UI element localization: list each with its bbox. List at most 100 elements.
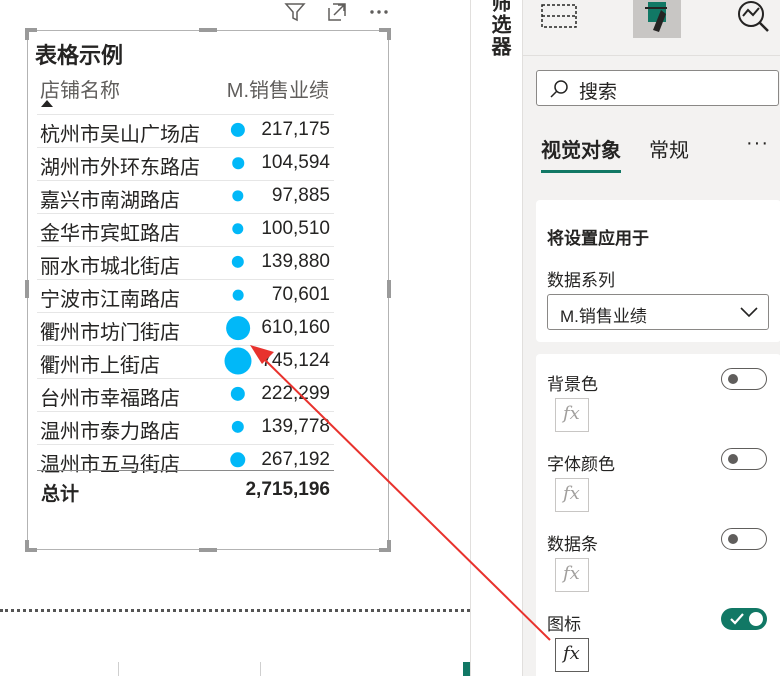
sort-ascending-icon [41,100,53,107]
store-name-cell: 温州市泰力路店 [40,421,180,443]
cell-elements-card: 背景色 fx 字体颜色 fx 数据条 fx 图标 fx [536,354,780,694]
format-pane: 搜索 视觉对象 常规 ··· 将设置应用于 数据系列 M.销售业绩 背景色 fx… [522,0,780,694]
sales-value-cell: 97,885 [271,185,330,206]
filters-pane-label[interactable]: 筛选器 [485,0,514,58]
build-visual-icon[interactable] [535,0,583,38]
store-name-cell: 衢州市坊门街店 [40,322,180,344]
apply-settings-title: 将设置应用于 [547,229,649,248]
table-visual[interactable]: 表格示例 店铺名称 M.销售业绩 杭州市吴山广场店 217,175 湖州市外环东路店… [25,28,391,552]
table-row[interactable]: 台州市幸福路店 222,299 [37,378,334,411]
table-row[interactable]: 宁波市江南路店 70,601 [37,279,334,312]
fx-icon: fx [563,563,580,584]
table-row[interactable]: 杭州市吴山广场店 217,175 [37,114,334,147]
total-value: 2,715,196 [245,479,330,500]
tab-general[interactable]: 常规 [649,134,689,163]
ruler-tick [118,662,119,676]
column-header-sales[interactable]: M.销售业绩 [227,74,329,103]
data-bars-toggle[interactable] [721,528,767,550]
toggle-knob [728,454,738,464]
font-color-toggle[interactable] [721,448,767,470]
toggle-knob [728,534,738,544]
ruler-tick [260,662,261,676]
apply-settings-card: 将设置应用于 数据系列 M.销售业绩 [536,200,780,342]
fx-icon: fx [563,403,580,424]
more-options-icon[interactable] [367,0,391,24]
conditional-format-circle-icon [232,289,244,301]
conditional-format-circle-icon [231,420,245,434]
conditional-format-circle-icon [232,157,244,169]
series-dropdown-value: M.销售业绩 [560,307,647,326]
report-canvas[interactable]: 表格示例 店铺名称 M.销售业绩 杭州市吴山广场店 217,175 湖州市外环东路店… [0,0,521,676]
total-label: 总计 [41,484,80,505]
icons-toggle[interactable] [721,608,767,630]
analytics-icon[interactable] [729,0,777,38]
page-boundary-divider [0,609,470,612]
table-row[interactable]: 嘉兴市南湖路店 97,885 [37,180,334,213]
store-name-cell: 杭州市吴山广场店 [40,124,200,146]
checkmark-icon [730,613,744,625]
column-header-store[interactable]: 店铺名称 [40,74,120,103]
table-title: 表格示例 [35,43,124,68]
search-icon [550,80,568,98]
conditional-format-circle-icon [232,223,244,235]
store-name-cell: 衢州市上街店 [40,355,160,377]
conditional-format-circle-icon [230,122,246,138]
filter-icon[interactable] [283,0,307,24]
sales-value-cell: 104,594 [261,152,330,173]
icons-fx-button[interactable]: fx [555,638,589,672]
resize-handle[interactable] [199,548,217,552]
data-bars-fx-button[interactable]: fx [555,558,589,592]
format-tabs: 视觉对象 常规 [541,134,780,173]
tab-visual[interactable]: 视觉对象 [541,134,621,173]
store-name-cell: 金华市宾虹路店 [40,223,180,245]
store-name-cell: 湖州市外环东路店 [40,157,200,179]
table-row[interactable]: 温州市泰力路店 139,778 [37,411,334,444]
resize-handle[interactable] [25,28,29,40]
table-row[interactable]: 湖州市外环东路店 104,594 [37,147,334,180]
total-row: 总计 2,715,196 [37,470,334,507]
sales-value-cell: 222,299 [261,383,330,404]
sales-value-cell: 70,601 [271,284,330,305]
conditional-format-circle-icon [230,386,246,402]
background-color-fx-button[interactable]: fx [555,398,589,432]
conditional-format-circle-icon [230,452,246,468]
filters-pane-collapsed[interactable]: 筛选器 [470,0,523,676]
pane-icon-bar [523,0,780,40]
background-color-toggle[interactable] [721,368,767,390]
table-row[interactable]: 金华市宾虹路店 100,510 [37,213,334,246]
resize-handle[interactable] [387,28,391,40]
fx-icon: fx [563,483,580,504]
table-row[interactable]: 衢州市上街店 745,124 [37,345,334,378]
more-options-button[interactable]: ··· [746,132,769,155]
toggle-knob [749,612,763,626]
font-color-label: 字体颜色 [547,455,615,474]
chevron-down-icon [740,307,758,318]
conditional-format-circle-icon [232,190,244,202]
conditional-format-circle-icon [231,255,245,269]
pane-divider [523,55,780,56]
table-row[interactable]: 衢州市坊门街店 610,160 [37,312,334,345]
conditional-format-circle-icon [224,347,252,375]
format-search-input[interactable]: 搜索 [536,70,779,106]
search-placeholder: 搜索 [579,82,618,103]
resize-handle[interactable] [199,28,217,32]
table-row[interactable]: 丽水市城北街店 139,880 [37,246,334,279]
fx-icon: fx [563,643,580,664]
toggle-knob [728,374,738,384]
resize-handle[interactable] [387,540,391,552]
font-color-fx-button[interactable]: fx [555,478,589,512]
format-visual-icon[interactable] [633,0,681,38]
series-dropdown[interactable]: M.销售业绩 [547,294,769,330]
sales-value-cell: 610,160 [261,317,330,338]
background-color-label: 背景色 [547,375,598,394]
resize-handle[interactable] [25,280,29,298]
store-name-cell: 宁波市江南路店 [40,289,180,311]
visual-header-toolbar [276,0,391,24]
resize-handle[interactable] [387,280,391,298]
resize-handle[interactable] [25,548,37,552]
series-label: 数据系列 [547,271,615,290]
conditional-format-circle-icon [226,316,250,340]
sales-value-cell: 217,175 [261,119,330,140]
store-name-cell: 嘉兴市南湖路店 [40,190,180,212]
focus-mode-icon[interactable] [325,0,349,24]
